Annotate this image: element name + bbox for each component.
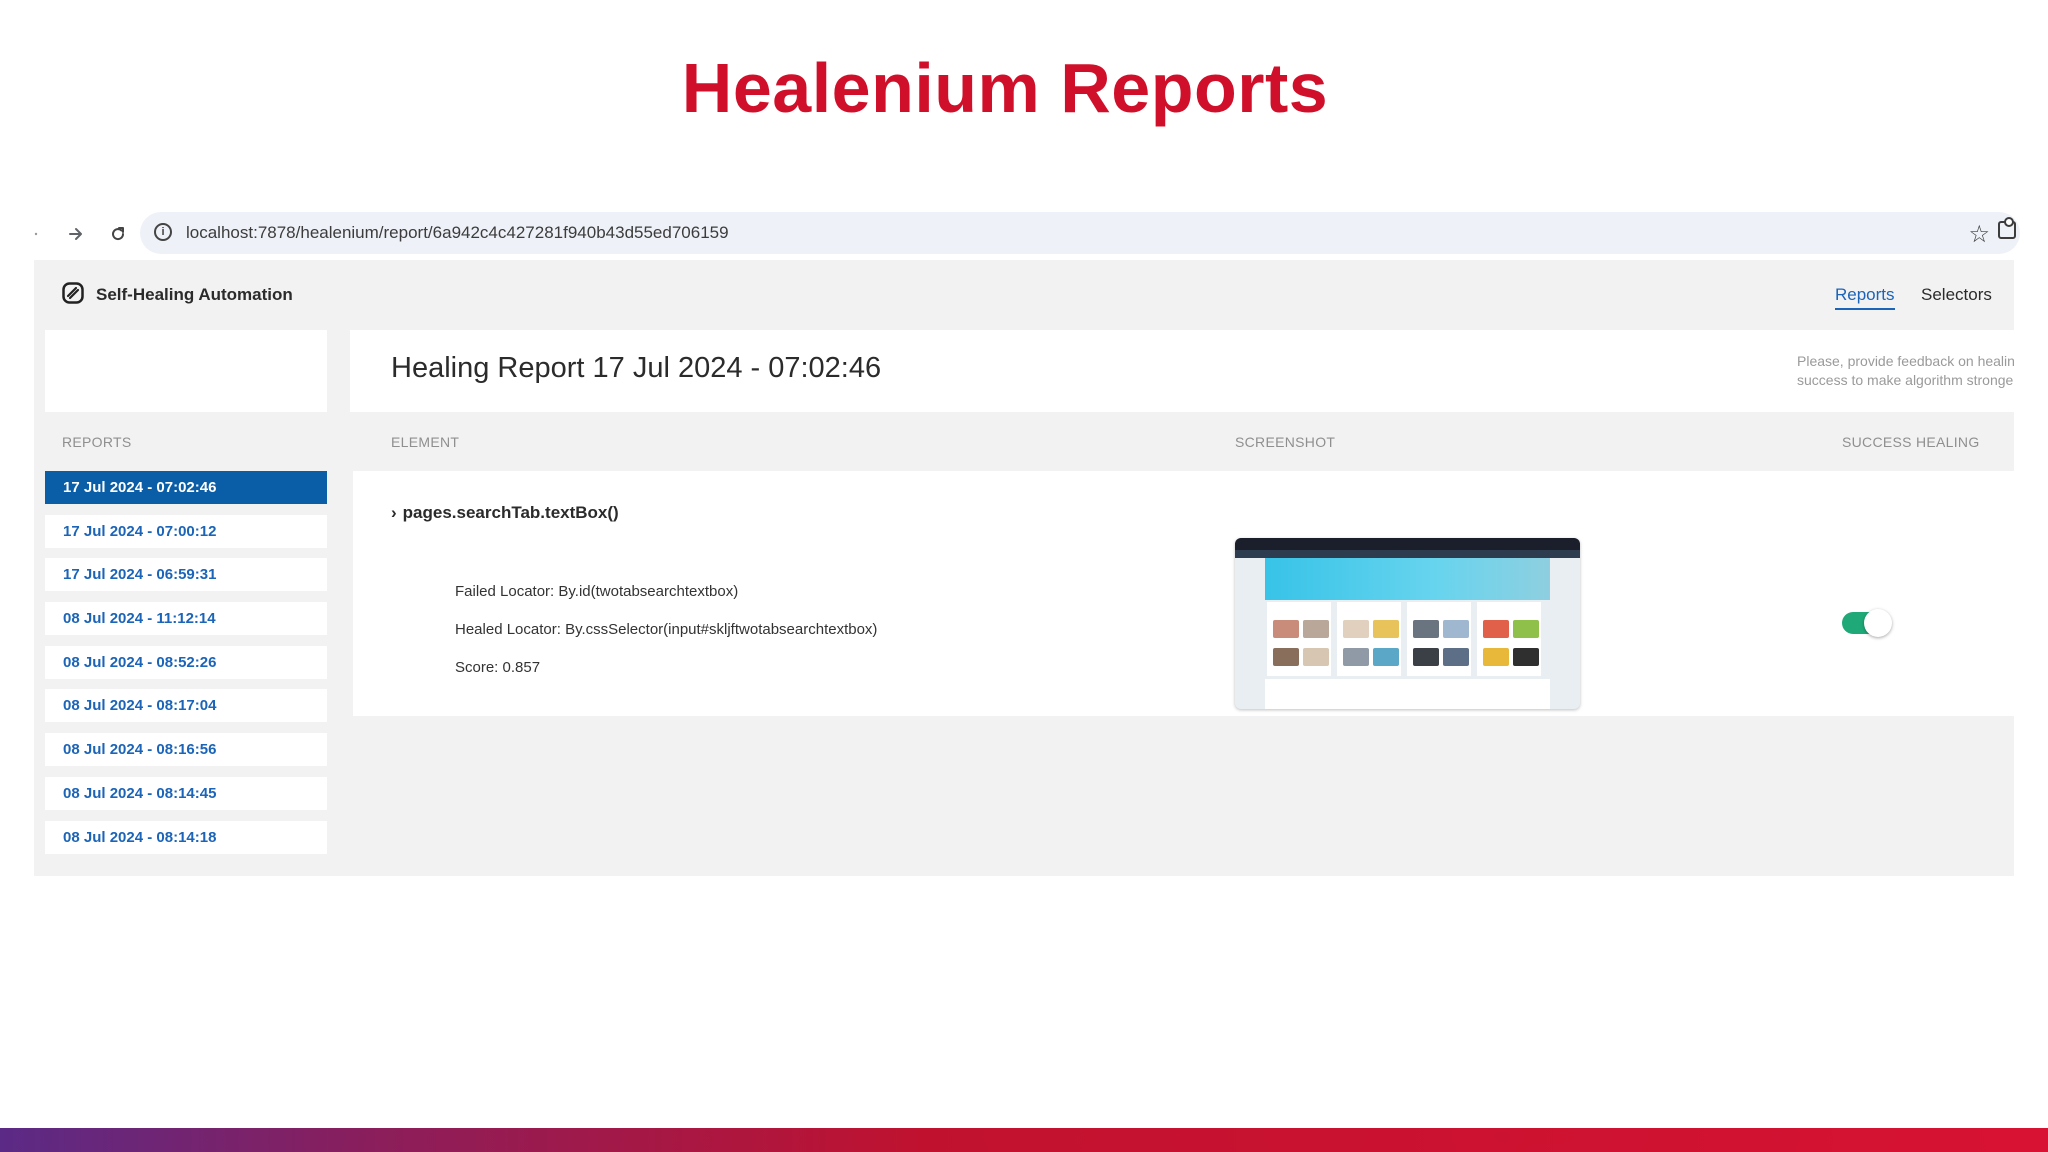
star-icon[interactable]: ☆ xyxy=(1968,220,1990,249)
forward-icon[interactable] xyxy=(62,220,90,248)
logo-icon xyxy=(62,282,84,304)
url-text[interactable]: localhost:7878/healenium/report/6a942c4c… xyxy=(186,223,729,243)
success-healing-toggle[interactable] xyxy=(1842,609,1892,637)
score: Score: 0.857 xyxy=(455,659,541,676)
browser-toolbar: i localhost:7878/healenium/report/6a942c… xyxy=(22,208,2022,260)
address-bar[interactable]: i localhost:7878/healenium/report/6a942c… xyxy=(140,212,2020,254)
reports-column-header: REPORTS xyxy=(62,434,132,450)
report-item[interactable]: 17 Jul 2024 - 06:59:31 xyxy=(45,558,327,592)
feedback-line-1: Please, provide feedback on healing xyxy=(1797,353,2014,369)
healed-locator: Healed Locator: By.cssSelector(input#skl… xyxy=(455,621,878,638)
feedback-hint: Please, provide feedback on healing succ… xyxy=(1797,352,2014,390)
report-item[interactable]: 08 Jul 2024 - 08:14:18 xyxy=(45,820,327,854)
nav-reports-link[interactable]: Reports xyxy=(1835,285,1895,310)
back-icon[interactable] xyxy=(22,220,50,248)
app-container: Self-Healing Automation Reports Selector… xyxy=(34,260,2014,876)
info-icon[interactable]: i xyxy=(154,223,172,241)
failed-locator: Failed Locator: By.id(twotabsearchtextbo… xyxy=(455,583,739,600)
report-item[interactable]: 08 Jul 2024 - 08:17:04 xyxy=(45,689,327,723)
page-screenshot-thumbnail[interactable] xyxy=(1235,538,1580,709)
report-item[interactable]: 17 Jul 2024 - 07:02:46 xyxy=(45,471,327,504)
nav-selectors-link[interactable]: Selectors xyxy=(1921,285,1992,305)
reload-icon[interactable] xyxy=(104,220,132,248)
sidebar-top-panel xyxy=(45,330,327,412)
reports-list: 17 Jul 2024 - 07:02:46 17 Jul 2024 - 07:… xyxy=(45,471,327,864)
slide-footer-bar xyxy=(0,1128,2048,1152)
success-column-header: SUCCESS HEALING xyxy=(1842,434,1980,450)
element-name: pages.searchTab.textBox() xyxy=(402,503,619,522)
brand-name: Self-Healing Automation xyxy=(96,285,293,304)
extensions-icon[interactable] xyxy=(1998,217,2016,239)
report-item[interactable]: 08 Jul 2024 - 11:12:14 xyxy=(45,602,327,636)
chevron-right-icon: › xyxy=(391,503,397,522)
report-item[interactable]: 08 Jul 2024 - 08:14:45 xyxy=(45,776,327,810)
report-item[interactable]: 17 Jul 2024 - 07:00:12 xyxy=(45,514,327,548)
report-item[interactable]: 08 Jul 2024 - 08:16:56 xyxy=(45,733,327,767)
toggle-knob xyxy=(1864,609,1892,637)
screenshot-column-header: SCREENSHOT xyxy=(1235,434,1336,450)
element-expander[interactable]: › pages.searchTab.textBox() xyxy=(391,503,619,523)
element-column-header: ELEMENT xyxy=(391,434,460,450)
slide-title: Healenium Reports xyxy=(681,49,1329,127)
app-header: Self-Healing Automation Reports Selector… xyxy=(34,260,2014,326)
report-title: Healing Report 17 Jul 2024 - 07:02:46 xyxy=(391,352,882,384)
report-item[interactable]: 08 Jul 2024 - 08:52:26 xyxy=(45,645,327,679)
feedback-line-2: success to make algorithm stronger xyxy=(1797,372,2014,388)
